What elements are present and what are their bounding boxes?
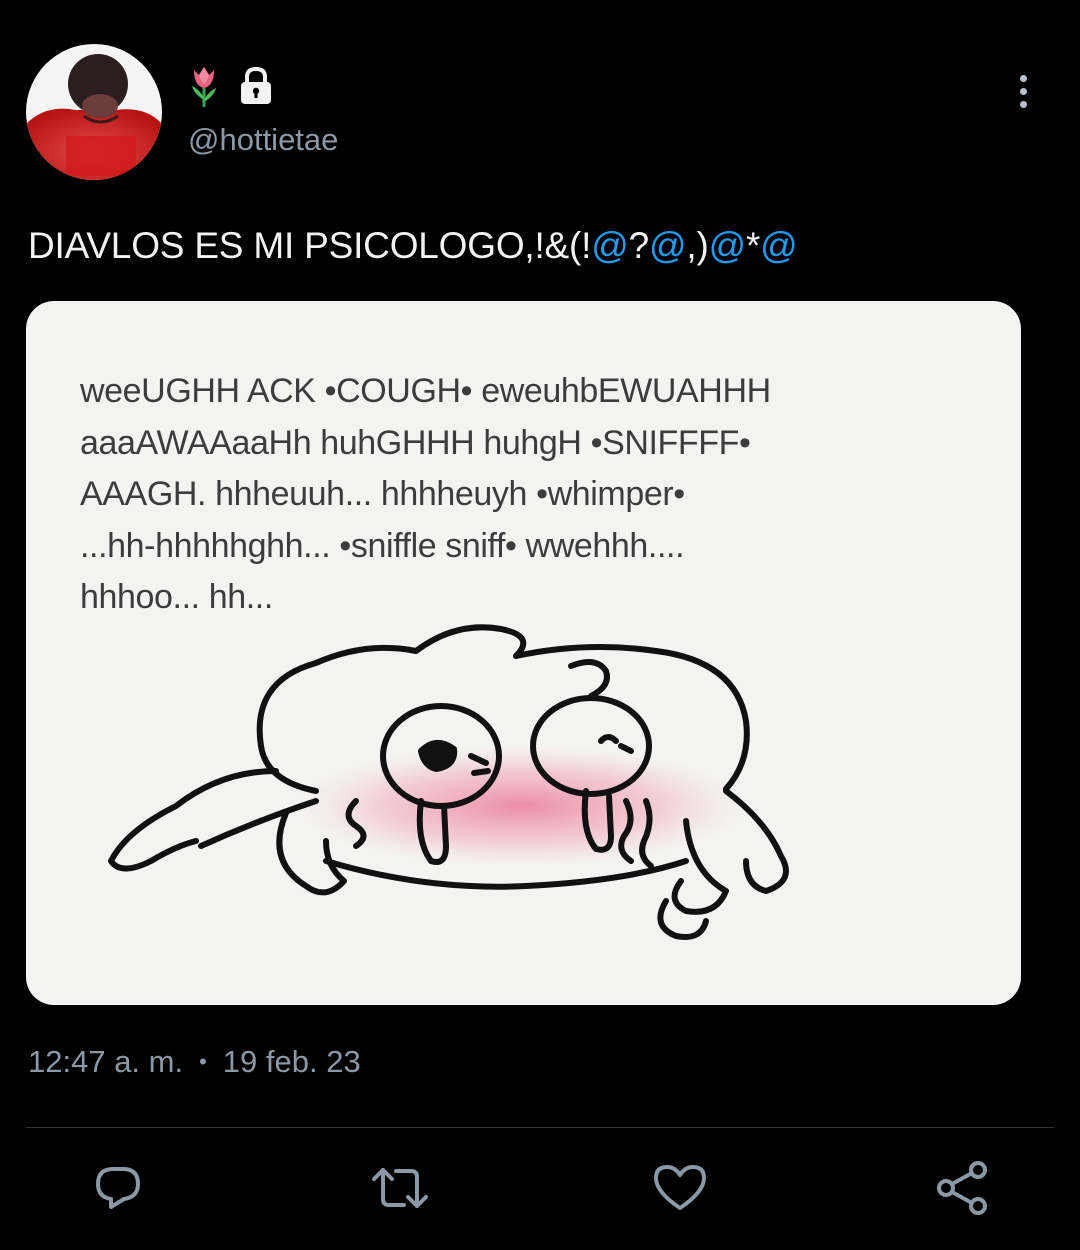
like-icon	[654, 1165, 706, 1210]
like-button[interactable]	[650, 1158, 710, 1218]
divider	[26, 1127, 1054, 1128]
tweet-header: @hottietae	[24, 40, 1056, 185]
retweet-button[interactable]	[370, 1158, 430, 1218]
user-handle[interactable]: @hottietae	[188, 122, 338, 158]
more-options-button[interactable]	[1008, 66, 1038, 116]
separator: •	[199, 1049, 207, 1074]
reply-button[interactable]	[88, 1158, 148, 1218]
tweet-date: 19 feb. 23	[222, 1044, 361, 1079]
more-icon	[1019, 74, 1027, 82]
retweet-icon	[372, 1168, 428, 1208]
mention-link[interactable]: @	[760, 225, 798, 266]
avatar[interactable]	[26, 44, 162, 180]
lock-icon	[238, 66, 274, 111]
tweet-timestamp[interactable]: 12:47 a. m. • 19 feb. 23	[28, 1040, 361, 1084]
mention-link[interactable]: @	[649, 225, 687, 266]
tweet-text: DIAVLOS ES MI PSICOLOGO,!&(!@?@,)@*@	[28, 225, 798, 266]
share-icon	[937, 1161, 987, 1215]
tulip-icon	[188, 64, 220, 113]
mention-link[interactable]: @	[709, 225, 747, 266]
meme-caption: weeUGHH ACK •COUGH• eweuhbEWUAHHH aaaAWA…	[80, 372, 771, 616]
tweet-actions	[0, 1150, 1080, 1230]
share-button[interactable]	[932, 1158, 992, 1218]
tweet-time: 12:47 a. m.	[28, 1044, 184, 1079]
mention-link[interactable]: @	[591, 225, 629, 266]
reply-icon	[96, 1167, 140, 1209]
tweet-media-image[interactable]: weeUGHH ACK •COUGH• eweuhbEWUAHHH aaaAWA…	[26, 301, 1021, 1005]
display-name	[188, 66, 274, 110]
